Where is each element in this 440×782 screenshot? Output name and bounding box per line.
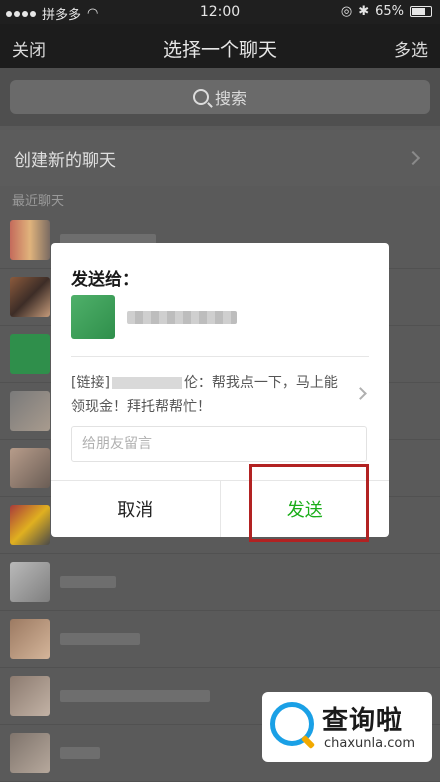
dialog-title: 发送给： — [71, 270, 139, 290]
watermark-en: chaxunla.com — [324, 736, 415, 751]
recipient-name — [127, 311, 237, 324]
send-highlight-box — [249, 464, 369, 542]
chevron-right-icon — [354, 387, 367, 400]
divider — [71, 356, 369, 357]
cancel-button[interactable]: 取消 — [51, 481, 221, 537]
magnifier-icon — [270, 702, 314, 746]
recipient-avatar — [71, 295, 115, 339]
shared-link-preview: [链接] 伦：帮我点一下，马上能领现金！拜托帮帮忙！ — [71, 371, 346, 419]
watermark-logo: 查询啦 chaxunla.com — [262, 692, 432, 762]
blurred-text — [111, 377, 182, 389]
link-tag: [链接] — [71, 375, 110, 391]
message-input[interactable] — [71, 426, 367, 462]
watermark-cn: 查询啦 — [322, 706, 404, 736]
